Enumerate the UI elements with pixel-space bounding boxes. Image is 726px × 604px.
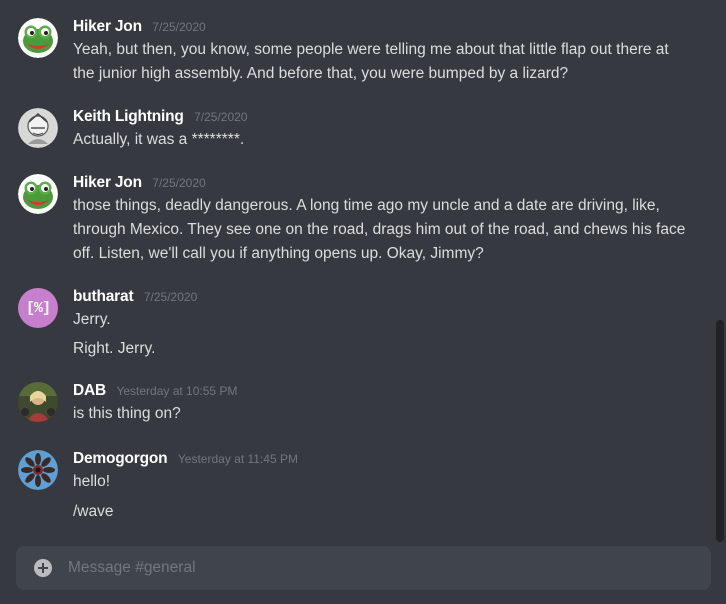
message-text: those things, deadly dangerous. A long t… <box>73 197 660 214</box>
author-name[interactable]: Hiker Jon <box>73 174 142 191</box>
message-group: [%] butharat 7/25/2020 Jerry. Right. Jer… <box>0 288 712 362</box>
message-text: is this thing on? <box>73 405 181 422</box>
message-text: Yeah, but then, you know, some people we… <box>73 41 669 58</box>
message-text: Right. Jerry. <box>73 340 156 357</box>
author-name[interactable]: Demogorgon <box>73 450 168 467</box>
demogorgon-avatar[interactable] <box>18 450 58 490</box>
message-text: off. Listen, we'll call you if anything … <box>73 245 484 262</box>
message-header: Keith Lightning 7/25/2020 <box>73 108 247 130</box>
timestamp: 7/25/2020 <box>143 290 198 304</box>
scrollbar-thumb[interactable] <box>716 320 724 542</box>
timestamp: Yesterday at 10:55 PM <box>116 384 238 398</box>
message-header: butharat 7/25/2020 <box>73 288 197 310</box>
message-text: through Mexico. They see one on the road… <box>73 221 686 238</box>
message-list: Hiker Jon 7/25/2020 Yeah, but then, you … <box>0 0 726 540</box>
message-group: Demogorgon Yesterday at 11:45 PM hello! … <box>0 450 712 524</box>
pepe-frog-avatar[interactable] <box>18 174 58 214</box>
percent-bracket-avatar[interactable]: [%] <box>18 288 58 328</box>
message-text: the junior high assembly. And before tha… <box>73 65 569 82</box>
message-header: Hiker Jon 7/25/2020 <box>73 174 206 196</box>
message-group: Keith Lightning 7/25/2020 Actually, it w… <box>0 108 712 154</box>
pepe-frog-avatar[interactable] <box>18 18 58 58</box>
timestamp: Yesterday at 11:45 PM <box>177 452 298 466</box>
author-name[interactable]: Keith Lightning <box>73 108 184 125</box>
message-header: Demogorgon Yesterday at 11:45 PM <box>73 450 298 472</box>
plus-circle-icon[interactable] <box>34 559 52 577</box>
message-text: Jerry. <box>73 311 111 328</box>
message-input[interactable] <box>68 546 688 590</box>
message-text: Actually, it was a ********. <box>73 131 245 148</box>
author-name[interactable]: DAB <box>73 382 106 399</box>
message-header: DAB Yesterday at 10:55 PM <box>73 382 237 404</box>
author-name[interactable]: Hiker Jon <box>73 18 142 35</box>
message-group: Hiker Jon 7/25/2020 Yeah, but then, you … <box>0 18 712 88</box>
timestamp: 7/25/2020 <box>152 176 206 190</box>
message-text: /wave <box>73 503 114 520</box>
message-header: Hiker Jon 7/25/2020 <box>73 18 206 40</box>
message-group: DAB Yesterday at 10:55 PM is this thing … <box>0 382 712 428</box>
timestamp: 7/25/2020 <box>152 20 206 34</box>
timestamp: 7/25/2020 <box>194 110 248 124</box>
avatar-glyph: [%] <box>25 299 51 317</box>
message-group: Hiker Jon 7/25/2020 those things, deadly… <box>0 174 712 268</box>
photo-avatar[interactable] <box>18 382 58 422</box>
message-text: hello! <box>73 473 111 490</box>
grayscale-portrait-avatar[interactable] <box>18 108 58 148</box>
message-composer <box>16 546 711 590</box>
author-name[interactable]: butharat <box>73 288 134 305</box>
